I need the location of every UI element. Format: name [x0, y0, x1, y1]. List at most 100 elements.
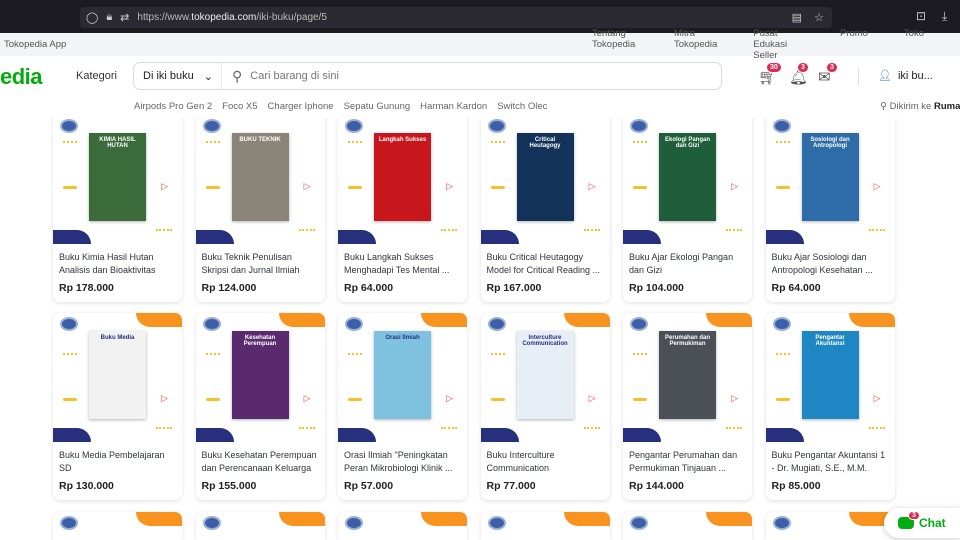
url-text[interactable]: https://www.tokopedia.com/iki-buku/page/… [137, 12, 327, 23]
guarantee-seal-icon [60, 119, 78, 133]
decor [868, 427, 885, 430]
decor [480, 428, 519, 442]
decor [205, 141, 220, 144]
decor [136, 512, 182, 526]
store-account-button[interactable]: 👤︎ iki bu... [878, 69, 933, 83]
link-edukasi-seller[interactable]: Pusat Edukasi Seller [753, 28, 804, 61]
product-image [765, 512, 895, 540]
product-card[interactable]: ▷ KIMIA HASIL HUTAN Buku Kimia Hasil Hut… [53, 101, 182, 302]
link-toko[interactable]: Toko [904, 28, 924, 61]
link-promo[interactable]: Promo [840, 28, 868, 61]
decor [775, 398, 790, 401]
decor [53, 230, 91, 244]
book-cover: Buku Media [89, 331, 146, 419]
decor [706, 512, 752, 526]
decor [136, 313, 182, 327]
product-card[interactable] [195, 512, 325, 540]
address-bar[interactable]: ◯ 🔒︎ ⇄ https://www.tokopedia.com/iki-buk… [80, 7, 832, 28]
search-scope-dropdown[interactable]: Di iki buku ⌄ [134, 63, 222, 89]
kategori-button[interactable]: Kategori [76, 70, 117, 82]
store-avatar-icon: 👤︎ [878, 70, 892, 82]
suggestion-link[interactable]: Sepatu Gunung [344, 101, 411, 112]
search-input[interactable] [250, 70, 651, 82]
product-card[interactable]: ▷ Buku Media Buku Media Pembelajaran SD … [53, 313, 182, 500]
product-image [338, 512, 467, 540]
guarantee-seal-icon [202, 317, 221, 331]
link-mitra[interactable]: Mitra Tokopedia [674, 28, 717, 61]
product-card[interactable] [53, 512, 182, 540]
book-cover: Perumahan dan Permukiman [659, 331, 716, 419]
product-name[interactable]: Buku Media Pembelajaran SD [59, 449, 176, 475]
reader-view-icon[interactable]: ▤ [792, 11, 802, 24]
chevron-down-icon: ⌄ [203, 70, 213, 83]
product-image: ▷ Critical Heutagogy [480, 101, 610, 244]
decor [348, 141, 362, 144]
link-tentang[interactable]: Tentang Tokopedia [592, 28, 638, 61]
product-card[interactable] [623, 512, 752, 540]
product-card[interactable]: ▷ Interculture Communication Buku Interc… [480, 313, 610, 500]
inbox-button[interactable]: ✉ 3 [818, 62, 838, 86]
product-card[interactable] [480, 512, 610, 540]
product-name[interactable]: Orasi Ilmiah "Peningkatan Peran Mikrobio… [344, 449, 461, 475]
download-icon[interactable]: ⤓ [942, 9, 947, 24]
book-cover: BUKU TEKNIK [231, 133, 289, 221]
search-bar: Di iki buku ⌄ ⚲ [133, 62, 722, 90]
product-name[interactable]: Buku Critical Heutagogy Model for Critic… [487, 251, 604, 277]
suggestion-link[interactable]: Switch Olec [497, 101, 547, 112]
decor [490, 141, 505, 144]
product-price: Rp 178.000 [59, 282, 114, 294]
product-image: ▷ Perumahan dan Permukiman [623, 313, 752, 442]
pocket-icon[interactable]: ⊡ [916, 9, 926, 23]
tokopedia-app-link[interactable]: Tokopedia App [4, 39, 66, 50]
product-name[interactable]: Buku Pengantar Akuntansi 1 - Dr. Mugiati… [772, 449, 889, 475]
product-card[interactable]: ▷ Perumahan dan Permukiman Pengantar Per… [623, 313, 752, 500]
product-card[interactable]: ▷ Ekologi Pangan dan Gizi Buku Ajar Ekol… [623, 101, 752, 302]
shield-icon: ◯ [86, 12, 99, 24]
book-cover: Langkah Sukses [374, 133, 431, 221]
permissions-icon[interactable]: ⇄ [120, 11, 129, 24]
shipping-location[interactable]: ⚲ Dikirim ke Rumah [880, 101, 960, 112]
lock-icon: 🔒︎ [106, 11, 113, 23]
suggestion-link[interactable]: Harman Kardon [420, 101, 487, 112]
product-card[interactable]: ▷ Critical Heutagogy Buku Critical Heuta… [480, 101, 610, 302]
product-card[interactable] [338, 512, 467, 540]
suggestion-link[interactable]: Airpods Pro Gen 2 [134, 101, 212, 112]
product-card[interactable]: ▷ Langkah Sukses Buku Langkah Sukses Men… [338, 101, 467, 302]
product-price: Rp 85.000 [771, 480, 821, 492]
cart-button[interactable]: 🛒︎ 30 [758, 62, 782, 86]
chat-button[interactable]: 3 Chat [884, 508, 960, 538]
decor [765, 230, 804, 244]
guarantee-seal-icon [772, 516, 791, 530]
decor [421, 512, 467, 526]
product-image: ▷ KIMIA HASIL HUTAN [53, 101, 182, 244]
product-card[interactable]: ▷ Sosiologi dan Antropologi Buku Ajar So… [765, 101, 895, 302]
product-name[interactable]: Buku Interculture Communication [487, 449, 604, 475]
product-card[interactable] [765, 512, 895, 540]
tokopedia-logo[interactable]: edia [0, 64, 43, 90]
product-name[interactable]: Buku Teknik Penulisan Skripsi dan Jurnal… [202, 251, 319, 277]
book-cover: Critical Heutagogy [516, 133, 574, 221]
notification-button[interactable]: 🔔︎ 3 [789, 62, 809, 86]
location-pin-icon: ⚲ [880, 101, 887, 112]
product-image: ▷ Langkah Sukses [338, 101, 467, 244]
triangle-decor-icon: ▷ [446, 393, 453, 403]
book-cover: Orasi Ilmiah [374, 331, 431, 419]
product-image [53, 512, 182, 540]
product-name[interactable]: Buku Ajar Sosiologi dan Antropologi Kese… [772, 251, 889, 277]
suggestion-link[interactable]: Foco X5 [222, 101, 257, 112]
product-name[interactable]: Buku Ajar Ekologi Pangan dan Gizi [629, 251, 746, 277]
bookmark-star-icon[interactable]: ☆ [814, 11, 824, 24]
product-name[interactable]: Pengantar Perumahan dan Permukiman Tinja… [629, 449, 746, 475]
product-name[interactable]: Buku Kimia Hasil Hutan Analisis dan Bioa… [59, 251, 176, 277]
product-name[interactable]: Buku Kesehatan Perempuan dan Perencanaan… [202, 449, 319, 475]
product-card[interactable]: ▷ BUKU TEKNIK Buku Teknik Penulisan Skri… [195, 101, 325, 302]
guarantee-seal-icon [487, 119, 506, 133]
guarantee-seal-icon [487, 317, 506, 331]
suggestion-link[interactable]: Charger Iphone [268, 101, 334, 112]
product-name[interactable]: Buku Langkah Sukses Menghadapi Tes Menta… [344, 251, 461, 277]
product-card[interactable]: ▷ Kesehatan Perempuan Buku Kesehatan Per… [195, 313, 325, 500]
product-card[interactable]: ▷ Orasi Ilmiah Orasi Ilmiah "Peningkatan… [338, 313, 467, 500]
product-card[interactable]: ▷ Pengantar Akuntansi Buku Pengantar Aku… [765, 313, 895, 500]
guarantee-seal-icon [202, 119, 221, 133]
decor [348, 353, 362, 356]
